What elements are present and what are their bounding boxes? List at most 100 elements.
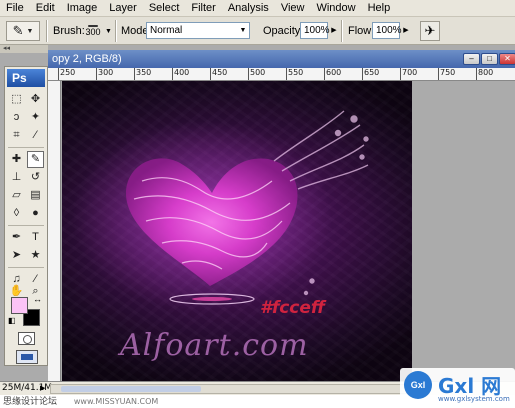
- menu-image[interactable]: Image: [61, 0, 104, 17]
- chevron-down-icon[interactable]: ▼: [105, 28, 112, 35]
- airbrush-toggle[interactable]: ✈: [420, 21, 440, 41]
- gradient-tool-icon[interactable]: ▤: [27, 187, 44, 204]
- ruler-tick: [362, 68, 363, 80]
- menu-view[interactable]: View: [275, 0, 311, 17]
- watermark-url: www.MISSYUAN.COM: [73, 397, 159, 406]
- ruler-label: 350: [136, 68, 152, 77]
- opacity-field[interactable]: 100%: [300, 22, 330, 39]
- maximize-button[interactable]: □: [481, 53, 498, 65]
- lasso-tool-icon[interactable]: ↄ: [8, 109, 25, 126]
- pen-tool-icon[interactable]: ✒: [8, 229, 25, 246]
- horizontal-scrollbar[interactable]: [50, 384, 410, 394]
- opacity-value: 100%: [304, 25, 330, 36]
- default-colors-icon[interactable]: ◧: [8, 316, 16, 325]
- ruler-label: 400: [174, 68, 190, 77]
- ruler-tick: [476, 68, 477, 80]
- path-selection-tool-icon[interactable]: ➤: [8, 247, 25, 264]
- vertical-ruler[interactable]: [48, 81, 61, 384]
- tool-preset-picker[interactable]: ✎ ▼: [6, 21, 40, 41]
- scrollbar-thumb[interactable]: [61, 386, 201, 392]
- gxl-watermark-badge: Gxl Gxl 网 www.gxlsystem.com: [400, 368, 515, 408]
- clone-stamp-tool-icon[interactable]: ⊥: [8, 169, 25, 186]
- close-button[interactable]: ✕: [499, 53, 515, 65]
- horizontal-ruler[interactable]: 250 300 350 400 450 500 550 600 650 700 …: [48, 68, 515, 81]
- blur-tool-icon[interactable]: ◊: [8, 205, 25, 222]
- airbrush-icon: ✈: [424, 23, 436, 38]
- healing-brush-tool-icon[interactable]: ✚: [8, 151, 25, 168]
- document-window: opy 2, RGB/8) – □ ✕ 250 300 350 400 450 …: [48, 50, 515, 384]
- tools-panel: Ps ⬚ ✥ ↄ ✦ ⌗ ⁄ ✚ ✎ ⊥ ↺ ▱ ▤ ◊ ● ✒ T ➤ ★ ♫…: [4, 66, 48, 366]
- gxl-logo-icon: Gxl: [404, 371, 432, 399]
- menu-file[interactable]: File: [0, 0, 30, 17]
- ruler-tick: [172, 68, 173, 80]
- brush-tool-icon[interactable]: ✎: [27, 151, 44, 168]
- ruler-tick: [248, 68, 249, 80]
- menu-analysis[interactable]: Analysis: [222, 0, 275, 17]
- foreground-color-swatch[interactable]: [11, 297, 28, 314]
- brush-tool-icon: ✎: [12, 23, 24, 38]
- opacity-label: Opacity:: [263, 25, 304, 37]
- brush-size-value: 300: [85, 27, 101, 37]
- crop-tool-icon[interactable]: ⌗: [8, 127, 25, 144]
- signature-watermark: Alfoart.com: [120, 328, 309, 363]
- brush-picker[interactable]: 300: [82, 20, 104, 42]
- magic-wand-tool-icon[interactable]: ✦: [27, 109, 44, 126]
- document-title: opy 2, RGB/8): [52, 53, 122, 65]
- options-bar: ✎ ▼ Brush: 300 ▼ Mode: Normal ▼ Opacity: …: [0, 17, 515, 45]
- brush-label: Brush:: [53, 25, 85, 37]
- swap-colors-icon[interactable]: ↔: [33, 294, 42, 304]
- mode-select[interactable]: Normal: [146, 22, 250, 39]
- menu-help[interactable]: Help: [362, 0, 397, 17]
- separator: [8, 225, 44, 226]
- move-tool-icon[interactable]: ✥: [27, 91, 44, 108]
- ruler-tick: [96, 68, 97, 80]
- menu-layer[interactable]: Layer: [103, 0, 143, 17]
- eraser-tool-icon[interactable]: ▱: [8, 187, 25, 204]
- shape-tool-icon[interactable]: ★: [27, 247, 44, 264]
- minimize-button[interactable]: –: [463, 53, 480, 65]
- separator: [341, 20, 343, 42]
- mode-value: Normal: [150, 25, 183, 36]
- ruler-label: 250: [60, 68, 76, 77]
- quick-mask-icon[interactable]: [18, 332, 35, 345]
- menu-window[interactable]: Window: [310, 0, 361, 17]
- dodge-tool-icon[interactable]: ●: [27, 205, 44, 222]
- menu-select[interactable]: Select: [143, 0, 186, 17]
- ruler-tick: [324, 68, 325, 80]
- document-titlebar[interactable]: opy 2, RGB/8) – □ ✕: [48, 50, 515, 68]
- separator: [8, 147, 44, 148]
- separator: [8, 267, 44, 268]
- tools-dock-header[interactable]: ◂◂: [0, 45, 48, 53]
- chevron-down-icon[interactable]: ▼: [237, 23, 249, 38]
- ruler-tick: [438, 68, 439, 80]
- ruler-label: 500: [250, 68, 266, 77]
- flow-value: 100%: [376, 25, 402, 36]
- opacity-slider-toggle[interactable]: ▶: [328, 23, 340, 38]
- type-tool-icon[interactable]: T: [27, 229, 44, 246]
- menu-filter[interactable]: Filter: [185, 0, 221, 17]
- ruler-label: 700: [402, 68, 418, 77]
- slice-tool-icon[interactable]: ⁄: [27, 127, 44, 144]
- document-canvas[interactable]: #fcceff Alfoart.com: [62, 81, 412, 384]
- ruler-label: 300: [98, 68, 114, 77]
- marquee-tool-icon[interactable]: ⬚: [8, 91, 25, 108]
- menu-bar: File Edit Image Layer Select Filter Anal…: [0, 0, 515, 17]
- flow-label: Flow:: [348, 25, 375, 37]
- ruler-label: 750: [440, 68, 456, 77]
- ruler-tick: [400, 68, 401, 80]
- ruler-label: 800: [478, 68, 494, 77]
- gxl-badge-url: www.gxlsystem.com: [438, 395, 510, 403]
- color-code-label: #fcceff: [260, 298, 326, 318]
- ruler-tick: [58, 68, 59, 80]
- photoshop-logo[interactable]: Ps: [7, 69, 45, 87]
- screen-mode-icon[interactable]: [16, 350, 38, 364]
- history-brush-tool-icon[interactable]: ↺: [27, 169, 44, 186]
- flow-slider-toggle[interactable]: ▶: [400, 23, 412, 38]
- menu-edit[interactable]: Edit: [30, 0, 61, 17]
- ruler-label: 650: [364, 68, 380, 77]
- collapse-icon: ◂◂: [3, 45, 11, 52]
- ruler-label: 450: [212, 68, 228, 77]
- status-menu-arrow-icon[interactable]: ▶: [40, 384, 45, 392]
- flow-field[interactable]: 100%: [372, 22, 402, 39]
- photoshop-window: File Edit Image Layer Select Filter Anal…: [0, 0, 515, 408]
